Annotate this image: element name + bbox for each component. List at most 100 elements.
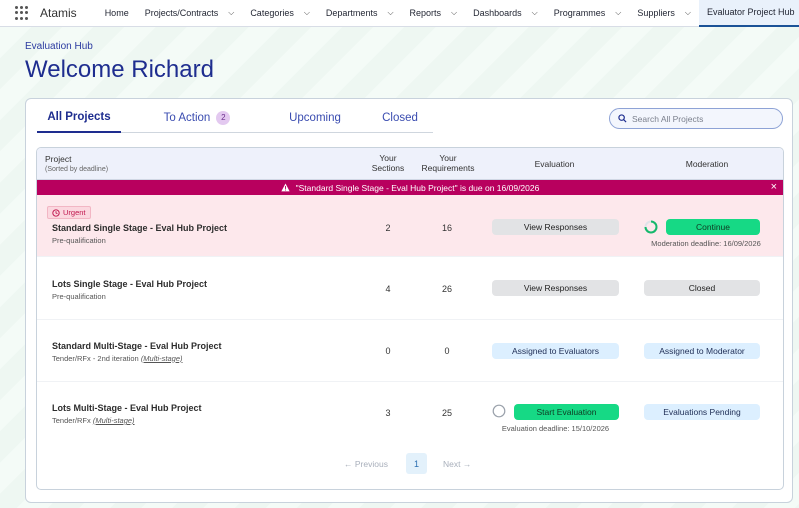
tab-label: All Projects xyxy=(47,111,111,123)
evaluation-deadline: Evaluation deadline: 15/10/2026 xyxy=(501,424,610,433)
header-label: Sections xyxy=(371,163,405,173)
nav-label: Evaluator Project Hub xyxy=(706,7,795,17)
nav-categories[interactable]: Categories ⌵ xyxy=(242,0,318,27)
multi-stage-link[interactable]: (Multi-stage) xyxy=(93,416,135,425)
sections-count: 3 xyxy=(385,408,391,418)
nav-label: Dashboards xyxy=(473,8,522,18)
search-icon xyxy=(618,114,627,123)
requirements-count: 25 xyxy=(441,408,452,418)
nav-departments[interactable]: Departments ⌵ xyxy=(318,0,402,27)
project-name[interactable]: Standard Single Stage - Eval Hub Project xyxy=(52,223,227,233)
tab-to-action[interactable]: To Action 2 xyxy=(147,103,247,133)
page-subtitle: Evaluation Hub xyxy=(25,41,93,52)
table-row: Standard Multi-Stage - Eval Hub Project … xyxy=(37,320,783,382)
start-evaluation-button[interactable]: Start Evaluation xyxy=(514,404,619,420)
pagination: ← Previous 1 Next → xyxy=(37,453,783,475)
nav-reports[interactable]: Reports ⌵ xyxy=(402,0,466,27)
due-alert-banner: "Standard Single Stage - Eval Hub Projec… xyxy=(37,180,783,195)
table-header: Project (Sorted by deadline) Your Sectio… xyxy=(37,148,783,180)
chevron-down-icon[interactable]: ⌵ xyxy=(228,8,234,18)
multi-stage-link[interactable]: (Multi-stage) xyxy=(141,354,183,363)
nav-programmes[interactable]: Programmes ⌵ xyxy=(546,0,630,27)
alert-message: "Standard Single Stage - Eval Hub Projec… xyxy=(295,182,540,193)
closed-status-button[interactable]: Closed xyxy=(644,280,760,296)
nav-suppliers[interactable]: Suppliers ⌵ xyxy=(629,0,699,27)
warning-icon xyxy=(280,183,290,192)
chevron-down-icon[interactable]: ⌵ xyxy=(532,8,538,18)
previous-page-button[interactable]: ← Previous xyxy=(344,459,388,469)
project-stage: Pre-qualification xyxy=(52,292,106,301)
nav-label: Suppliers xyxy=(637,8,675,18)
table-row: Lots Multi-Stage - Eval Hub Project Tend… xyxy=(37,382,783,445)
chevron-down-icon[interactable]: ⌵ xyxy=(304,8,310,18)
app-name: Atamis xyxy=(40,6,77,20)
header-evaluation: Evaluation xyxy=(534,159,575,169)
urgent-badge: Urgent xyxy=(47,206,91,219)
search-placeholder: Search All Projects xyxy=(632,113,704,124)
chevron-down-icon[interactable]: ⌵ xyxy=(451,8,457,18)
requirements-count: 16 xyxy=(441,223,452,233)
header-label: Your xyxy=(439,153,457,163)
nav-label: Reports xyxy=(409,8,442,18)
tab-closed[interactable]: Closed xyxy=(367,103,433,133)
progress-ring-icon xyxy=(644,220,658,234)
chevron-down-icon[interactable]: ⌵ xyxy=(615,8,621,18)
close-icon[interactable]: × xyxy=(771,181,777,193)
empty-progress-ring-icon xyxy=(492,404,506,418)
header-label: Requirements xyxy=(421,163,475,173)
nav-home[interactable]: Home xyxy=(97,0,137,27)
continue-button[interactable]: Continue xyxy=(666,219,760,235)
header-moderation: Moderation xyxy=(685,159,729,169)
project-stage: Pre-qualification xyxy=(52,236,106,245)
view-responses-button[interactable]: View Responses xyxy=(492,280,619,296)
project-name[interactable]: Standard Multi-Stage - Eval Hub Project xyxy=(52,341,222,351)
nav-label: Programmes xyxy=(553,8,606,18)
page-number-button[interactable]: 1 xyxy=(406,453,427,474)
nav-projects-contracts[interactable]: Projects/Contracts ⌵ xyxy=(137,0,243,27)
tab-label: To Action xyxy=(163,112,211,124)
top-navigation: Atamis Home Projects/Contracts ⌵ Categori… xyxy=(0,0,799,27)
assigned-to-evaluators-button[interactable]: Assigned to Evaluators xyxy=(492,342,619,359)
count-badge: 2 xyxy=(216,111,231,125)
project-stage: Tender/RFx - 2nd iteration (Multi-stage) xyxy=(52,354,183,363)
sections-count: 4 xyxy=(385,284,391,294)
search-input[interactable]: Search All Projects xyxy=(609,108,783,129)
tab-all-projects[interactable]: All Projects xyxy=(37,103,121,133)
evaluations-pending-button[interactable]: Evaluations Pending xyxy=(644,404,760,420)
table-row: Lots Single Stage - Eval Hub Project Pre… xyxy=(37,257,783,320)
page-title: Welcome Richard xyxy=(25,56,214,83)
projects-card: All Projects To Action 2 Upcoming Closed … xyxy=(25,98,793,503)
badge-label: Urgent xyxy=(63,208,86,217)
prev-label: Previous xyxy=(354,459,388,469)
project-stage: Tender/RFx (Multi-stage) xyxy=(52,416,135,425)
assigned-to-moderator-button[interactable]: Assigned to Moderator xyxy=(644,342,760,359)
nav-evaluator-project-hub[interactable]: Evaluator Project Hub xyxy=(698,0,799,27)
moderation-deadline: Moderation deadline: 16/09/2026 xyxy=(651,239,761,248)
header-label: Your xyxy=(379,153,397,163)
stage-text: Tender/RFx xyxy=(52,416,91,425)
project-name[interactable]: Lots Multi-Stage - Eval Hub Project xyxy=(52,403,202,413)
nav-label: Projects/Contracts xyxy=(144,8,219,18)
project-name[interactable]: Lots Single Stage - Eval Hub Project xyxy=(52,279,207,289)
header-requirements: Your Requirements xyxy=(413,153,483,173)
tab-label: Upcoming xyxy=(289,112,341,124)
clock-icon xyxy=(52,208,60,217)
nav-dashboards[interactable]: Dashboards ⌵ xyxy=(465,0,546,27)
next-page-button[interactable]: Next → xyxy=(443,459,471,469)
view-responses-button[interactable]: View Responses xyxy=(492,219,619,235)
requirements-count: 26 xyxy=(441,284,452,294)
chevron-down-icon[interactable]: ⌵ xyxy=(685,8,691,18)
header-sections: Your Sections xyxy=(367,153,409,173)
header-sublabel: (Sorted by deadline) xyxy=(45,166,109,173)
nav-label: Categories xyxy=(250,8,294,18)
next-label: Next xyxy=(443,459,461,469)
project-tabs: All Projects To Action 2 Upcoming Closed xyxy=(37,103,433,133)
app-launcher-icon[interactable] xyxy=(15,6,28,20)
projects-table: Project (Sorted by deadline) Your Sectio… xyxy=(36,147,784,490)
sections-count: 2 xyxy=(385,223,391,233)
sections-count: 0 xyxy=(385,345,391,356)
header-project[interactable]: Project (Sorted by deadline) xyxy=(45,154,108,175)
nav-label: Home xyxy=(104,8,129,18)
tab-upcoming[interactable]: Upcoming xyxy=(265,103,365,133)
chevron-down-icon[interactable]: ⌵ xyxy=(387,8,393,18)
